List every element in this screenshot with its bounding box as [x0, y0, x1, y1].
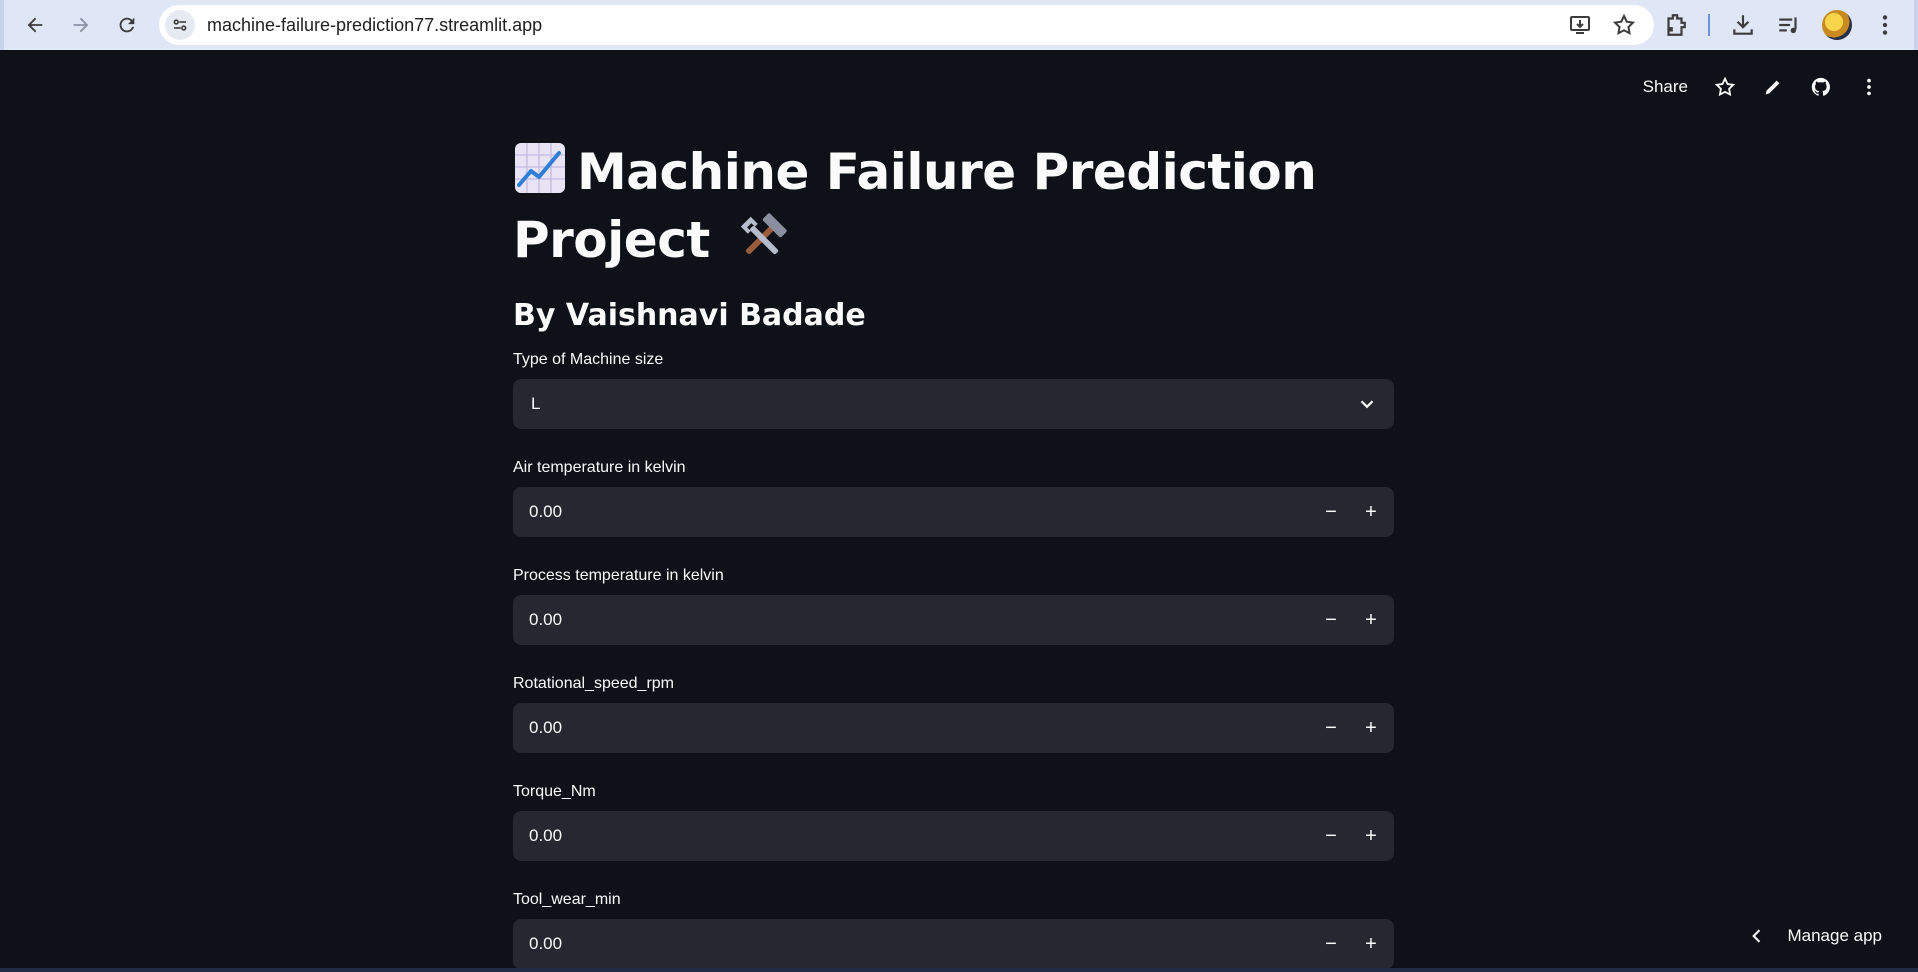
chart-increasing-icon	[515, 143, 565, 193]
main-content: Machine Failure Prediction Project By Va…	[513, 138, 1398, 969]
install-app-icon[interactable]	[1568, 13, 1592, 37]
browser-toolbar: machine-failure-prediction77.streamlit.a…	[0, 0, 1918, 50]
rotational-speed-label: Rotational_speed_rpm	[513, 675, 674, 692]
site-settings-icon[interactable]	[165, 10, 195, 40]
url-text[interactable]: machine-failure-prediction77.streamlit.a…	[207, 15, 542, 36]
window-bottom-border	[0, 968, 1918, 972]
page-title: Machine Failure Prediction Project	[513, 138, 1398, 274]
hammer-and-wrench-icon	[740, 213, 787, 255]
share-button[interactable]: Share	[1643, 77, 1688, 97]
toolbar-separator	[1708, 14, 1710, 36]
machine-type-label: Type of Machine size	[513, 351, 664, 368]
torque-decrement-button[interactable]: −	[1316, 821, 1346, 851]
profile-avatar[interactable]	[1822, 10, 1852, 40]
torque-field: Torque_Nm 0.00 − +	[513, 783, 1398, 861]
air-temperature-increment-button[interactable]: +	[1356, 497, 1386, 527]
machine-type-field: Type of Machine size L	[513, 351, 1398, 429]
title-line-1: Machine Failure Prediction	[577, 143, 1317, 201]
process-temperature-increment-button[interactable]: +	[1356, 605, 1386, 635]
tool-wear-value[interactable]: 0.00	[529, 934, 562, 954]
app-toolbar: Share	[1643, 76, 1880, 98]
back-arrow-icon	[27, 17, 43, 33]
reload-button[interactable]	[112, 10, 142, 40]
edit-pencil-icon[interactable]	[1762, 76, 1784, 98]
air-temperature-field: Air temperature in kelvin 0.00 − +	[513, 459, 1398, 537]
app-menu-icon[interactable]	[1858, 76, 1880, 98]
downloads-icon[interactable]	[1730, 12, 1756, 38]
browser-menu-icon[interactable]	[1872, 12, 1898, 38]
star-icon[interactable]	[1714, 76, 1736, 98]
air-temperature-input[interactable]: 0.00 − +	[513, 487, 1394, 537]
forward-arrow-icon	[73, 17, 89, 33]
manage-app-label: Manage app	[1787, 926, 1882, 945]
chevron-left-icon	[1752, 929, 1761, 943]
tool-wear-field: Tool_wear_min 0.00 − +	[513, 891, 1398, 969]
reload-icon	[119, 17, 135, 33]
process-temperature-decrement-button[interactable]: −	[1316, 605, 1346, 635]
torque-label: Torque_Nm	[513, 783, 596, 800]
process-temperature-input[interactable]: 0.00 − +	[513, 595, 1394, 645]
process-temperature-label: Process temperature in kelvin	[513, 567, 724, 584]
tool-wear-label: Tool_wear_min	[513, 891, 621, 908]
forward-button[interactable]	[66, 10, 96, 40]
process-temperature-field: Process temperature in kelvin 0.00 − +	[513, 567, 1398, 645]
torque-value[interactable]: 0.00	[529, 826, 562, 846]
rotational-speed-field: Rotational_speed_rpm 0.00 − +	[513, 675, 1398, 753]
manage-app-button[interactable]: Manage app	[1747, 926, 1882, 946]
process-temperature-value[interactable]: 0.00	[529, 610, 562, 630]
rotational-speed-value[interactable]: 0.00	[529, 718, 562, 738]
machine-type-select[interactable]: L	[513, 379, 1394, 429]
chevron-down-icon	[1360, 400, 1374, 409]
title-line-2: Project	[513, 211, 710, 269]
torque-increment-button[interactable]: +	[1356, 821, 1386, 851]
rotational-speed-decrement-button[interactable]: −	[1316, 713, 1346, 743]
tool-wear-increment-button[interactable]: +	[1356, 929, 1386, 959]
torque-input[interactable]: 0.00 − +	[513, 811, 1394, 861]
tool-wear-input[interactable]: 0.00 − +	[513, 919, 1394, 969]
bookmark-star-icon[interactable]	[1612, 13, 1636, 37]
air-temperature-label: Air temperature in kelvin	[513, 459, 686, 476]
address-bar[interactable]: machine-failure-prediction77.streamlit.a…	[159, 5, 1654, 45]
air-temperature-value[interactable]: 0.00	[529, 502, 562, 522]
media-queue-icon[interactable]	[1776, 12, 1802, 38]
back-button[interactable]	[20, 10, 50, 40]
streamlit-app: Share Machine Failure Prediction Project	[4, 50, 1914, 969]
rotational-speed-increment-button[interactable]: +	[1356, 713, 1386, 743]
extensions-icon[interactable]	[1662, 12, 1688, 38]
github-icon[interactable]	[1810, 76, 1832, 98]
author-subtitle: By Vaishnavi Badade	[513, 298, 866, 333]
tool-wear-decrement-button[interactable]: −	[1316, 929, 1346, 959]
rotational-speed-input[interactable]: 0.00 − +	[513, 703, 1394, 753]
air-temperature-decrement-button[interactable]: −	[1316, 497, 1346, 527]
machine-type-value: L	[531, 394, 541, 413]
